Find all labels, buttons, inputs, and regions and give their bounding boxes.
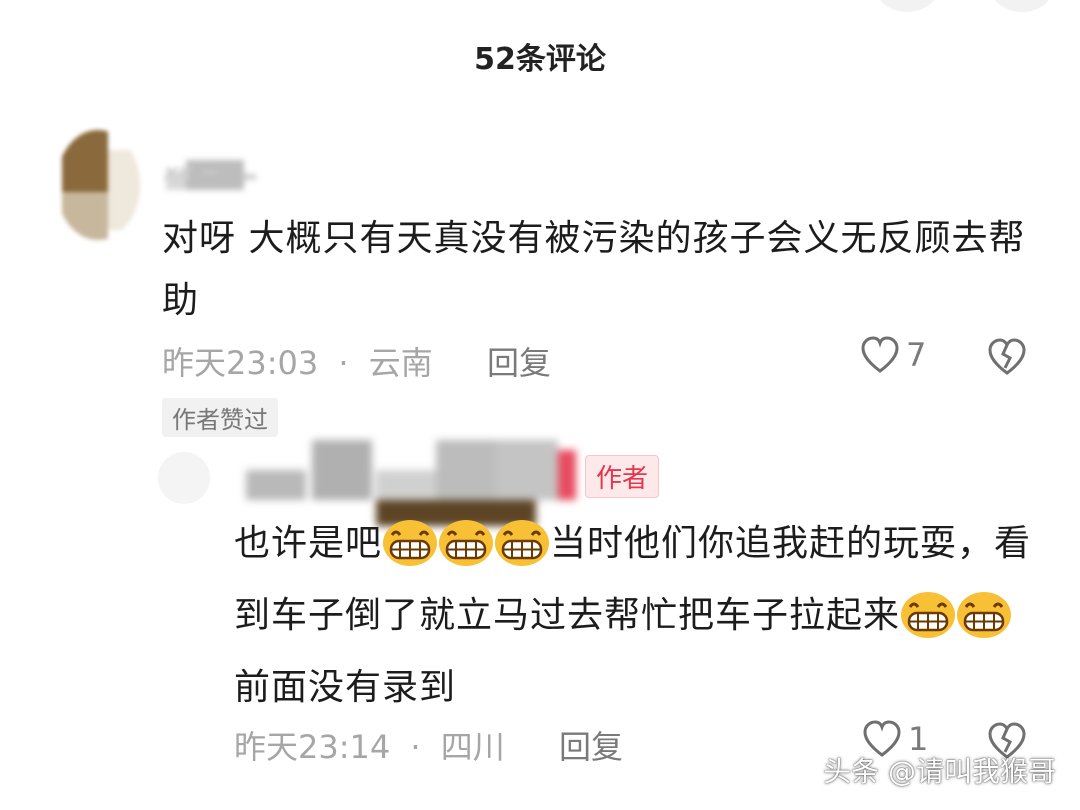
like-count: 7 bbox=[906, 336, 927, 374]
grinning-face-emoji bbox=[438, 517, 494, 567]
reply-button[interactable]: 回复 bbox=[487, 344, 551, 382]
comment-text-part: 也许是吧 bbox=[234, 523, 383, 564]
comment-location: 云南 bbox=[368, 344, 433, 382]
broken-heart-icon bbox=[988, 338, 1026, 375]
avatar[interactable] bbox=[158, 452, 210, 504]
comment-text: 对呀 大概只有天真没有被污染的孩子会义无反顾去帮助 bbox=[162, 218, 1026, 321]
like-button[interactable]: 7 bbox=[860, 336, 926, 374]
comments-count-title: 52条评论 bbox=[474, 42, 606, 77]
username[interactable]: 𝘹𝘹 ~ bbox=[164, 158, 220, 186]
comment-time: 昨天23:14 bbox=[234, 728, 391, 766]
comments-sheet: 52条评论 𝘹𝘹 ~ 对呀 大概只有天真没有被污染的孩子会义无反顾去帮助 昨天2… bbox=[0, 0, 1080, 810]
top-button-right[interactable] bbox=[990, 0, 1054, 12]
grinning-face-emoji bbox=[382, 517, 438, 567]
top-button-left[interactable] bbox=[875, 0, 939, 12]
comment-meta: 昨天23:03 · 云南 回复 bbox=[162, 338, 551, 384]
meta-separator: · bbox=[410, 728, 421, 766]
dislike-button[interactable] bbox=[986, 338, 1028, 380]
reply-button[interactable]: 回复 bbox=[559, 728, 623, 766]
comment-text: 也许是吧 当时他们你追我赶的玩耍，看到车子倒了就立马过去帮忙把车子拉起来前面没有录… bbox=[234, 508, 1044, 724]
comment-time: 昨天23:03 bbox=[162, 344, 319, 382]
heart-icon bbox=[861, 336, 899, 373]
comment-location: 四川 bbox=[440, 728, 505, 766]
grinning-face-emoji bbox=[494, 517, 550, 567]
meta-separator: · bbox=[338, 344, 349, 382]
comment-text-part: 前面没有录到 bbox=[234, 667, 457, 708]
author-liked-badge: 作者赞过 bbox=[162, 398, 278, 437]
comment-meta: 昨天23:14 · 四川 回复 bbox=[234, 722, 623, 768]
avatar[interactable] bbox=[56, 130, 140, 240]
watermark: 头条 @请叫我猴哥 bbox=[823, 755, 1056, 788]
grinning-face-emoji bbox=[956, 589, 1012, 639]
grinning-face-emoji bbox=[900, 589, 956, 639]
author-tag: 作者 bbox=[585, 455, 660, 498]
